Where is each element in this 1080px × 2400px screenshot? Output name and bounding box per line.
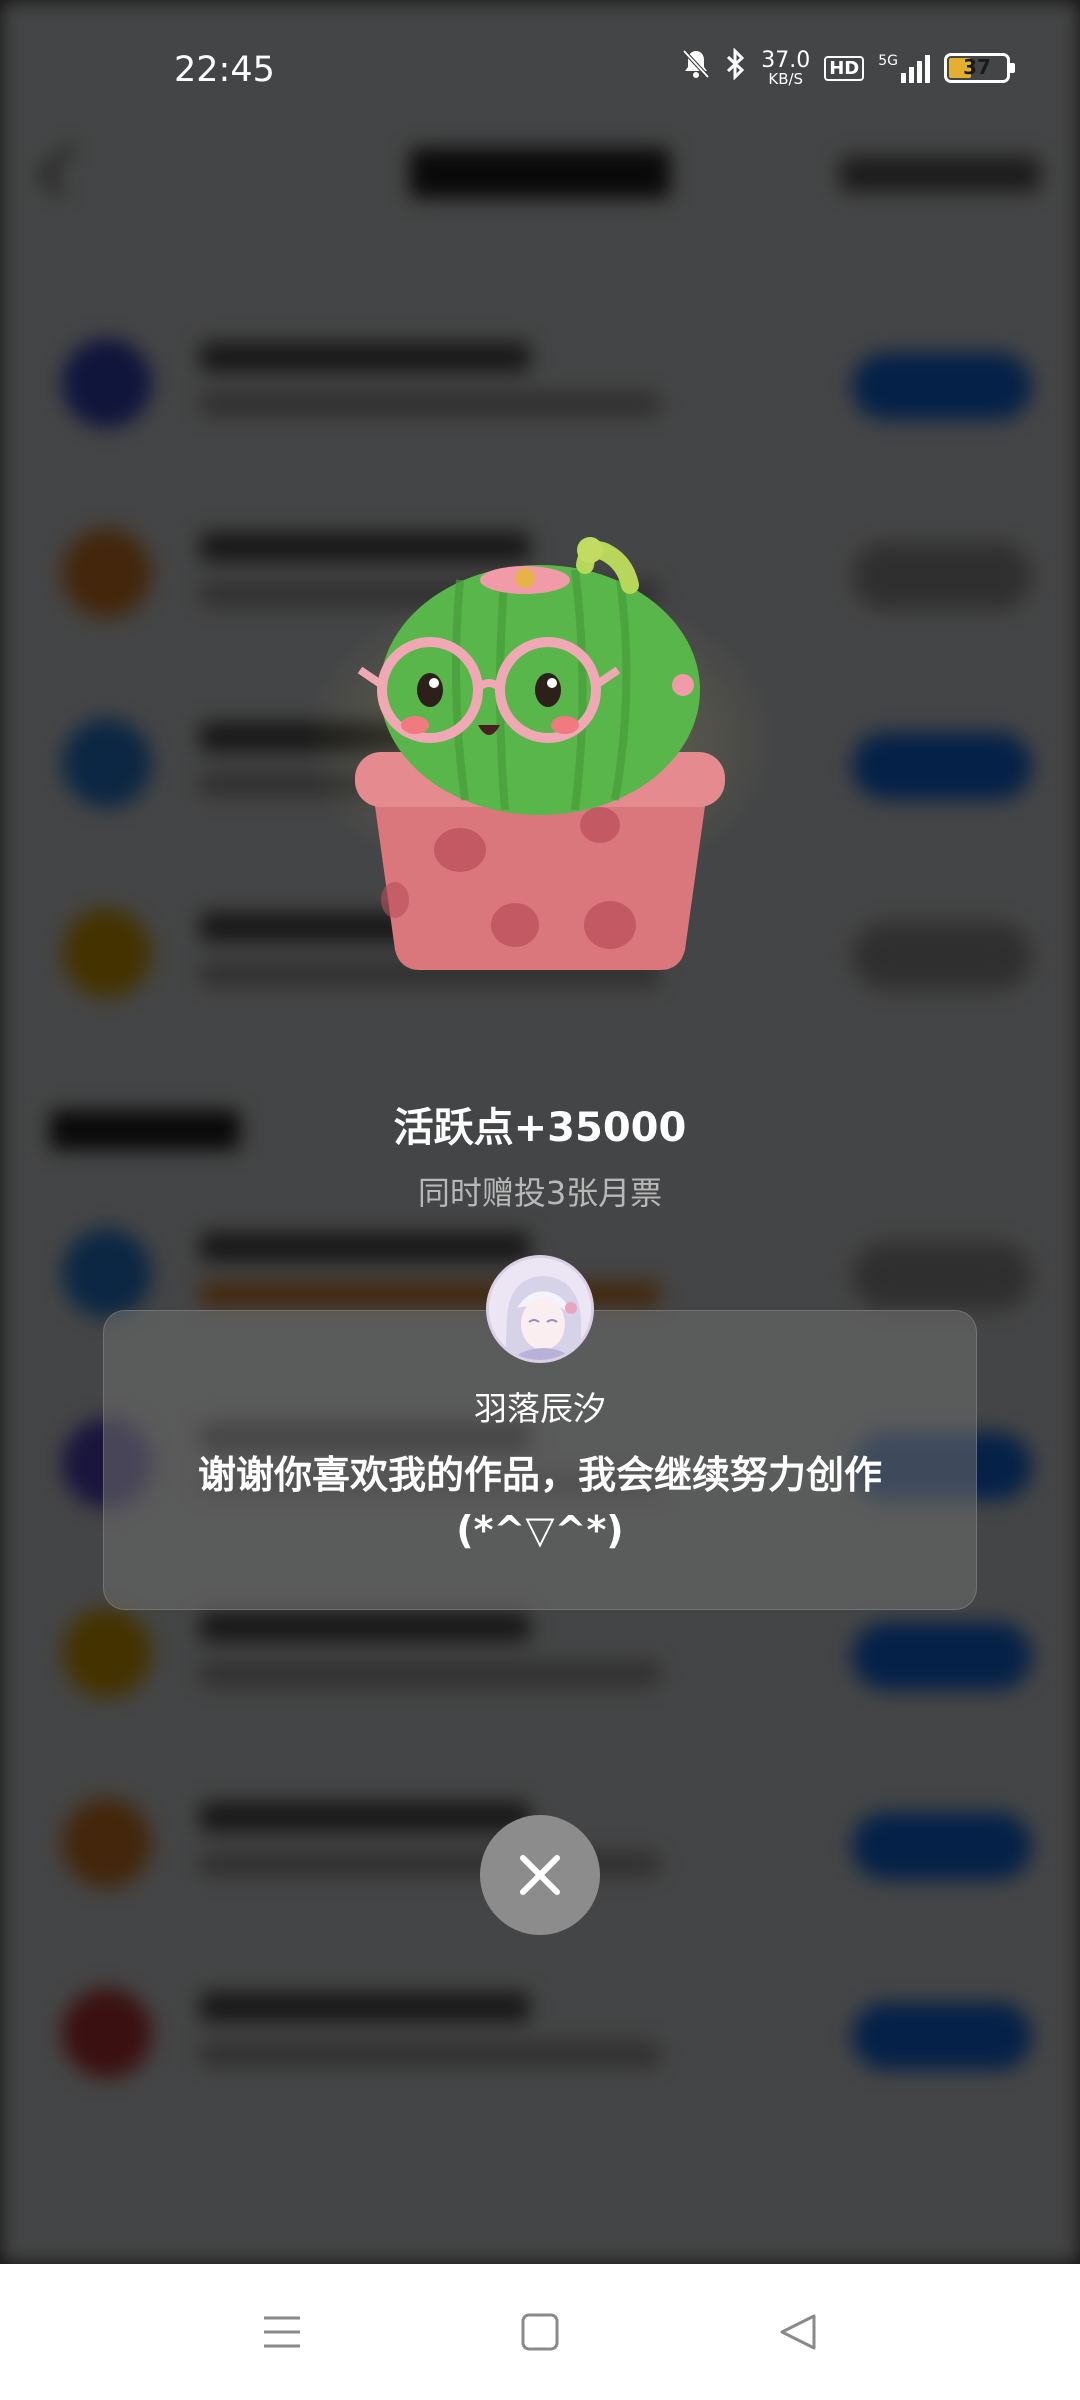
reward-title: 活跃点+35000	[393, 1105, 687, 1151]
network-speed: 37.0 KB/S	[761, 47, 811, 88]
author-name: 羽落辰汐	[474, 1389, 606, 1428]
home-square-icon[interactable]	[510, 2302, 570, 2362]
menu-icon[interactable]	[252, 2302, 312, 2362]
author-message: 谢谢你喜欢我的作品，我会继续努力创作(*^▽^*)	[197, 1453, 882, 1553]
battery-level: 37	[963, 55, 991, 79]
close-icon	[520, 1855, 560, 1895]
signal-icon: 5G	[878, 53, 930, 83]
back-triangle-icon[interactable]	[768, 2302, 828, 2362]
status-bar: 22:45 37.0 KB/S HD 5G 37	[0, 0, 1080, 140]
status-time: 22:45	[174, 50, 275, 90]
author-avatar	[486, 1255, 594, 1363]
battery-icon: 37	[944, 53, 1015, 83]
reward-subtitle: 同时赠投3张月票	[417, 1174, 663, 1212]
bluetooth-icon	[725, 47, 747, 88]
hd-badge: HD	[824, 55, 865, 81]
cactus-reward-illustration	[300, 520, 780, 980]
mute-bell-icon	[681, 48, 711, 88]
status-icons: 37.0 KB/S HD 5G 37	[681, 47, 1015, 88]
system-navigation-bar	[0, 2264, 1080, 2400]
close-button[interactable]	[480, 1815, 600, 1935]
